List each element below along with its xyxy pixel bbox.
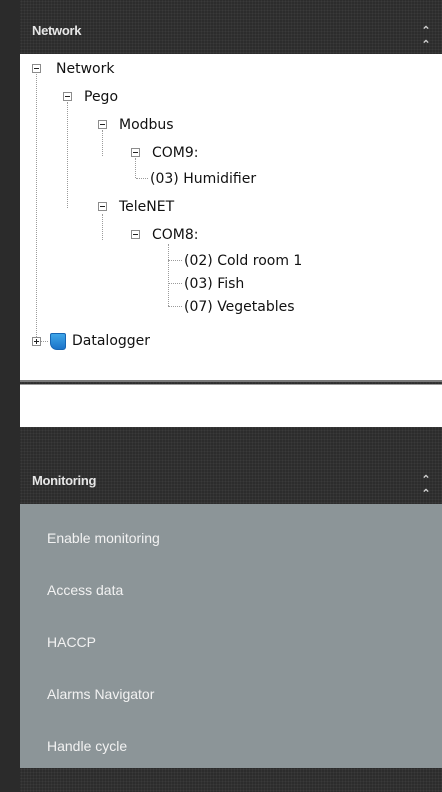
monitoring-panel-header[interactable]: Monitoring ⌃ ⌃	[20, 456, 442, 502]
tree-node-cold-room[interactable]: (02) Cold room 1	[184, 250, 302, 272]
tree-guide-line	[168, 283, 182, 284]
menu-item-handle-cycle[interactable]: Handle cycle	[47, 738, 127, 754]
collapse-toggle[interactable]	[131, 230, 140, 239]
tree-node-modbus[interactable]: Modbus	[119, 114, 174, 136]
tree-guide-line	[67, 102, 68, 208]
network-panel-header[interactable]: Network ⌃ ⌃	[20, 12, 442, 52]
tree-guide-line	[168, 244, 169, 306]
network-panel-title: Network	[32, 23, 82, 38]
tree-node-com8[interactable]: COM8:	[152, 224, 199, 246]
tree-node-humidifier[interactable]: (03) Humidifier	[150, 168, 256, 190]
tree-node-datalogger[interactable]: Datalogger	[72, 330, 150, 352]
tree-guide-line	[168, 306, 182, 307]
tree-footer-area	[20, 384, 442, 427]
menu-item-access-data[interactable]: Access data	[47, 582, 123, 598]
network-tree[interactable]: Network Pego Modbus COM9: (03) Humidifie…	[20, 54, 442, 382]
monitoring-menu: Enable monitoring Access data HACCP Alar…	[20, 504, 442, 768]
tree-guide-line	[168, 260, 182, 261]
tree-node-com9[interactable]: COM9:	[152, 142, 199, 164]
tree-guide-line	[136, 178, 148, 179]
monitoring-panel-title: Monitoring	[32, 473, 97, 488]
tree-node-telenet[interactable]: TeleNET	[119, 196, 174, 218]
tree-guide-line	[41, 341, 48, 342]
menu-item-haccp[interactable]: HACCP	[47, 634, 96, 650]
tree-node-vegetables[interactable]: (07) Vegetables	[184, 296, 295, 318]
datalogger-icon	[50, 333, 66, 350]
collapse-toggle[interactable]	[131, 148, 140, 157]
collapse-toggle[interactable]	[32, 64, 41, 73]
collapse-toggle[interactable]	[98, 120, 107, 129]
collapse-icon[interactable]: ⌃ ⌃	[420, 473, 432, 500]
tree-guide-line	[135, 158, 136, 178]
menu-item-alarms-navigator[interactable]: Alarms Navigator	[47, 686, 154, 702]
tree-guide-line	[102, 214, 103, 240]
menu-item-enable-monitoring[interactable]: Enable monitoring	[47, 530, 160, 546]
expand-toggle[interactable]	[32, 337, 41, 346]
tree-node-network[interactable]: Network	[56, 58, 114, 80]
tree-node-pego[interactable]: Pego	[84, 86, 118, 108]
tree-guide-line	[36, 74, 37, 341]
collapse-icon[interactable]: ⌃ ⌃	[420, 24, 432, 51]
collapse-toggle[interactable]	[63, 92, 72, 101]
tree-node-fish[interactable]: (03) Fish	[184, 273, 244, 295]
tree-guide-line	[102, 130, 103, 156]
collapse-toggle[interactable]	[98, 202, 107, 211]
